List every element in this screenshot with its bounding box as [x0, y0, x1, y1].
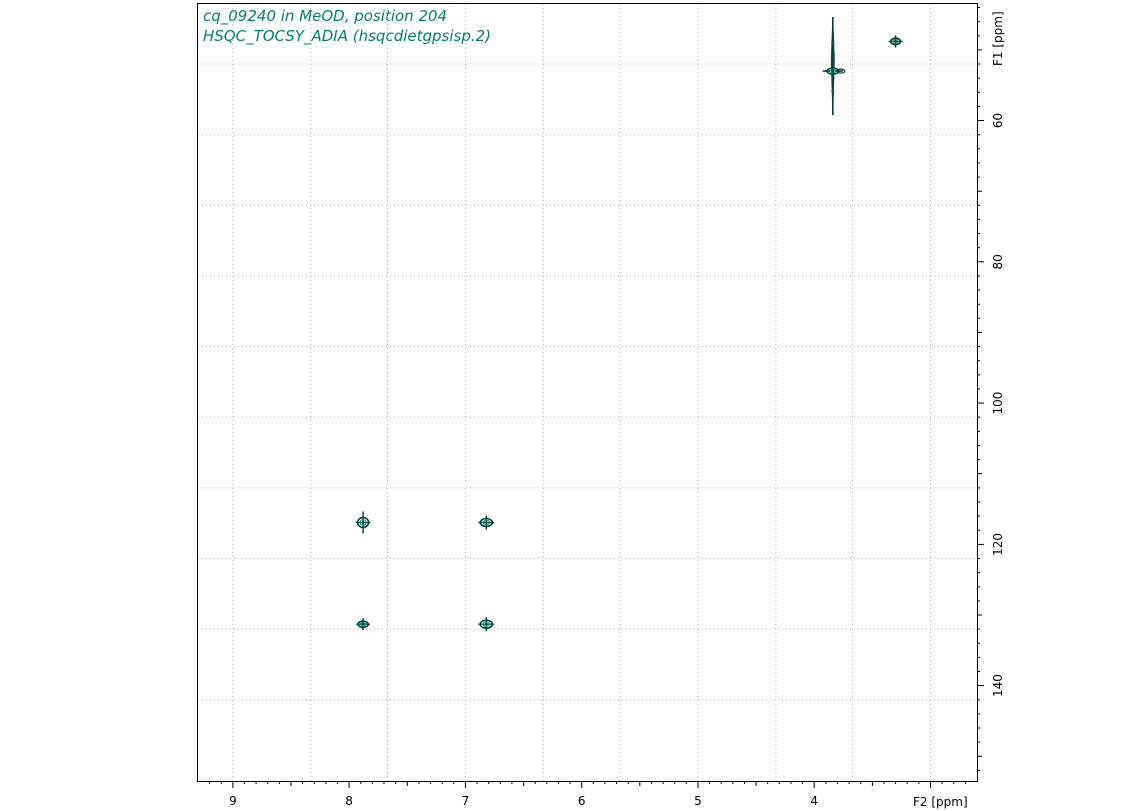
- x-tick-label: 6: [578, 794, 586, 808]
- peak: [888, 35, 903, 48]
- hsqc-tocsy-plot[interactable]: 9 8 7 6 5 4 60 80 100 120 140 F2 [ppm] F1 [ppm]: [0, 0, 1124, 811]
- y-axis: 60 80 100 120 140: [977, 7, 1005, 771]
- peak: [356, 618, 371, 631]
- y-tick-label: 60: [991, 113, 1005, 128]
- peak: [822, 17, 846, 116]
- peak: [478, 515, 495, 530]
- x-axis: 9 8 7 6 5 4: [209, 781, 966, 808]
- peak: [478, 617, 495, 632]
- x-tick-label: 4: [810, 794, 818, 808]
- y-tick-label: 100: [991, 392, 1005, 415]
- x-tick-label: 9: [229, 794, 237, 808]
- y-tick-label: 80: [991, 254, 1005, 269]
- x-tick-label: 8: [345, 794, 353, 808]
- y-tick-label: 120: [991, 533, 1005, 556]
- peaks: [355, 17, 903, 632]
- grid: [198, 4, 977, 781]
- y-axis-label: F1 [ppm]: [991, 11, 1005, 66]
- plot-frame: [197, 3, 978, 782]
- x-tick-label: 5: [694, 794, 702, 808]
- y-tick-label: 140: [991, 674, 1005, 697]
- peak: [355, 511, 371, 534]
- x-axis-label: F2 [ppm]: [913, 795, 968, 809]
- x-tick-label: 7: [462, 794, 470, 808]
